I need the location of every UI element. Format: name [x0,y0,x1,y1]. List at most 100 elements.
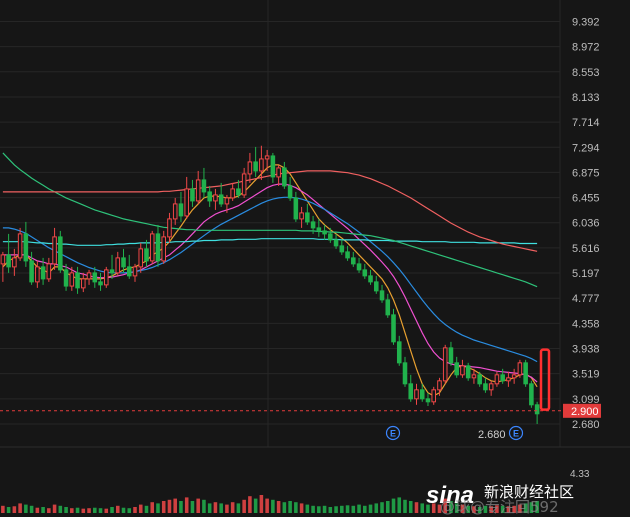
volume-bar [334,506,338,513]
volume-bar [202,499,206,513]
candle-body [425,398,431,403]
volume-bar [259,495,264,513]
event-marker-label: E [513,429,519,439]
candle-body [500,374,505,382]
candle-body [333,239,339,247]
candle-body [282,167,287,187]
y-tick-label: 6.036 [572,218,600,230]
volume-bar [305,504,310,513]
volume-bar [144,505,149,513]
candle-body [402,362,408,385]
volume-bar [104,508,109,513]
candle-body [345,251,350,259]
volume-bar [127,508,132,513]
volume-bar [161,501,166,513]
candle-body [442,347,448,382]
candle-body [0,254,6,265]
candle-body [12,257,17,268]
candle-body [465,365,471,379]
volume-bar [150,502,155,513]
candle-body [178,203,184,217]
candle-body [414,389,419,400]
y-tick-label: 3.519 [572,369,600,381]
candle-body [195,179,201,202]
volume-bar [351,505,356,513]
candle-body [351,257,356,265]
candle-body [81,278,86,289]
candle[interactable] [58,230,63,273]
candle-body [161,236,167,262]
candle-body [339,245,345,253]
candle-body [17,233,23,259]
y-tick-label: 7.294 [572,142,600,154]
candle[interactable] [465,362,471,381]
candle-body [299,212,304,220]
volume-bar [363,505,367,513]
volume-bar [288,501,292,513]
candle-body [149,233,155,262]
volume-bar [242,499,246,513]
candle-body [523,362,528,385]
volume-bar [29,505,34,513]
candle-body [132,266,138,277]
volume-bar [121,507,126,513]
volume-bar [6,507,11,513]
volume-bar [52,504,57,513]
candle-body [287,185,293,199]
volume-bar [294,502,298,513]
watermark: sina 新浪财经社区 @球@专注回592 [426,482,574,516]
candle[interactable] [517,359,523,378]
candlestick-chart[interactable]: 9.392 8.972 8.553 8.133 7.714 7.294 6.875 6.455… [0,0,630,517]
volume-bar [420,503,425,513]
candle-body [276,167,281,178]
candle-body [23,233,29,262]
volume-bar [311,505,315,513]
volume-bar [18,503,22,513]
candle[interactable] [103,266,109,288]
volume-axis-label: 4.33 [570,469,590,480]
volume-bar [271,499,275,513]
volume-bar [35,507,40,513]
volume-bar [225,504,229,513]
candle-body [419,389,425,400]
candle[interactable] [442,344,448,384]
volume-bar [190,501,195,513]
candle-body [477,374,482,385]
candle[interactable] [149,230,155,264]
candle-body [368,275,373,283]
candle-body [437,380,442,391]
candle[interactable] [529,380,534,408]
candle-body [356,263,362,271]
volume-bar [391,498,396,513]
y-tick-label: 7.714 [572,117,600,129]
candle-body [385,299,391,316]
volume-bar [156,503,160,513]
candle-body [259,158,264,172]
candle-body [35,266,40,283]
watermark-user: @球@专注回592 [440,498,559,516]
candle-body [431,389,437,403]
y-tick-label: 9.392 [572,16,600,28]
volume-bar [282,502,287,513]
candle-body [63,269,69,287]
volume-bar [340,505,344,513]
volume-bar [253,498,258,513]
volume-bar [414,502,419,513]
candle-body [29,260,34,283]
candle-body [534,404,540,415]
candle-body [121,257,126,268]
candle-body [322,230,327,235]
candle-body [190,188,195,202]
volume-bar [276,501,281,513]
candle[interactable] [431,386,437,405]
volume-bar [58,505,63,513]
volume-bar [179,501,183,513]
volume-bar [87,508,91,513]
volume-bar [368,504,373,513]
candle-body [471,374,477,379]
volume-bar [317,506,321,513]
candle[interactable] [523,359,528,387]
candle-body [448,347,454,364]
volume-bar [345,505,350,513]
low-price-label: 2.680 [478,429,506,441]
